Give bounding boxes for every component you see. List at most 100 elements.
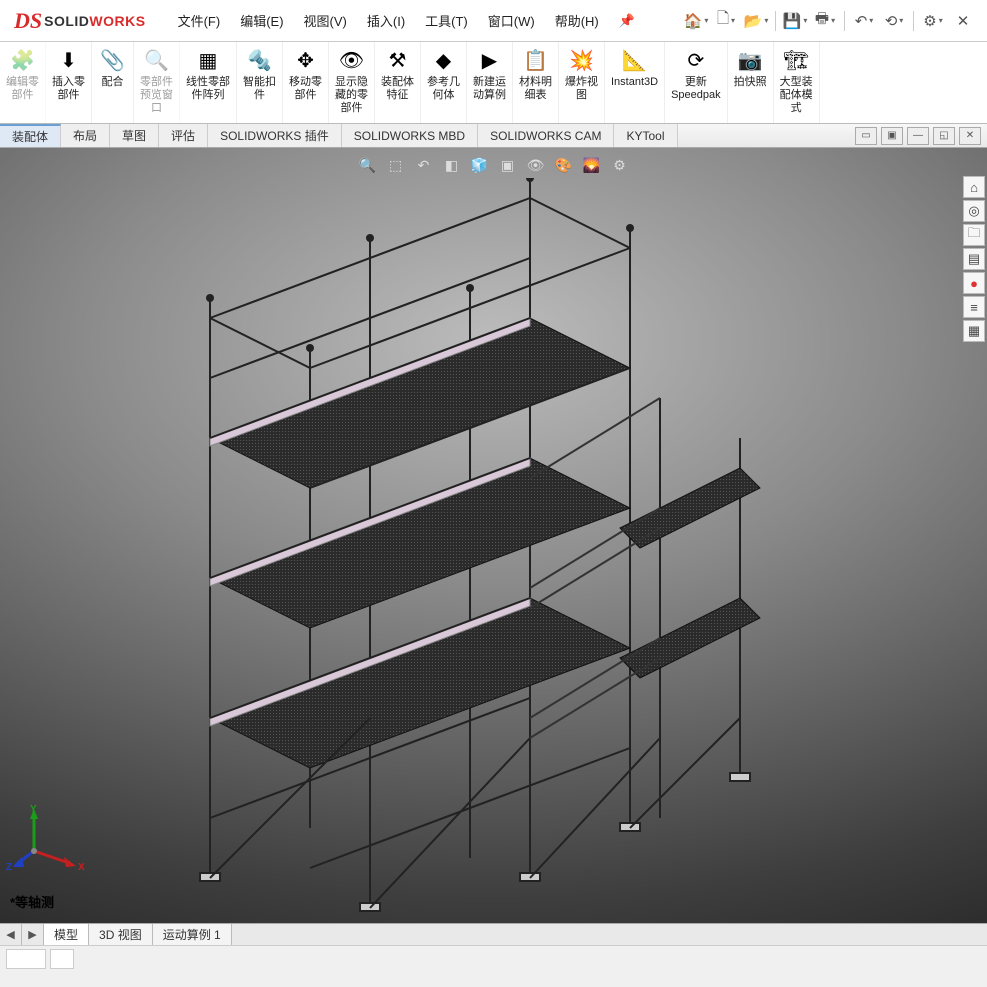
bottom-tab-3dview[interactable]: 3D 视图 xyxy=(89,924,153,945)
rb-reference-geometry[interactable]: ◆参考几 何体 xyxy=(421,42,467,123)
tp-appearances-icon[interactable]: ≡ xyxy=(963,296,985,318)
tab-cam[interactable]: SOLIDWORKS CAM xyxy=(478,124,614,147)
rb-mate[interactable]: 📎配合 xyxy=(92,42,134,123)
rb-assembly-feature[interactable]: ⚒装配体 特征 xyxy=(375,42,421,123)
tab-layout[interactable]: 布局 xyxy=(61,124,110,147)
qat-rebuild-icon[interactable]: ⟲ xyxy=(880,8,908,34)
menu-window[interactable]: 窗口(W) xyxy=(478,11,545,30)
win-minimize-icon[interactable]: — xyxy=(907,127,929,145)
feature-tabs: 装配体 布局 草图 评估 SOLIDWORKS 插件 SOLIDWORKS MB… xyxy=(0,124,987,148)
move-icon: ✥ xyxy=(292,46,320,74)
rb-motion-study[interactable]: ▶新建运 动算例 xyxy=(467,42,513,123)
qat-undo-icon[interactable]: ↶ xyxy=(850,8,878,34)
rb-instant3d[interactable]: 📐Instant3D xyxy=(605,42,665,123)
edit-appearance-icon[interactable]: 🎨 xyxy=(552,154,576,176)
model-scaffold xyxy=(140,178,780,918)
tp-home-icon[interactable]: ⌂ xyxy=(963,176,985,198)
3d-viewport[interactable]: 🔍 ⬚ ↶ ◧ 🧊 ▣ 👁 🎨 🌄 ⚙ ⌂ ◎ 🗀 ▤ ● ≡ ▦ xyxy=(0,148,987,923)
edit-component-icon: 🧩 xyxy=(9,46,37,74)
win-restore-icon[interactable]: ◱ xyxy=(933,127,955,145)
menu-view[interactable]: 视图(V) xyxy=(294,11,357,30)
view-orientation-label: *等轴测 xyxy=(10,892,54,911)
logo-text: SOLIDWORKS xyxy=(44,13,145,29)
qat-open-icon[interactable]: 📂 xyxy=(742,8,770,34)
rb-speedpak[interactable]: ⟳更新 Speedpak xyxy=(665,42,728,123)
tab-evaluate[interactable]: 评估 xyxy=(159,124,208,147)
tab-sketch[interactable]: 草图 xyxy=(110,124,159,147)
display-style-icon[interactable]: ▣ xyxy=(496,154,520,176)
qat-separator xyxy=(913,11,914,31)
menu-list: 文件(F) 编辑(E) 视图(V) 插入(I) 工具(T) 窗口(W) 帮助(H… xyxy=(156,0,645,41)
menu-tools[interactable]: 工具(T) xyxy=(415,11,478,30)
tp-resources-icon[interactable]: ◎ xyxy=(963,200,985,222)
tab-addins[interactable]: SOLIDWORKS 插件 xyxy=(208,124,342,147)
status-item[interactable] xyxy=(6,949,46,969)
tp-custom-props-icon[interactable]: ▦ xyxy=(963,320,985,342)
tp-file-explorer-icon[interactable]: ▤ xyxy=(963,248,985,270)
axis-x-label: X xyxy=(78,862,85,873)
visibility-icon: 👁 xyxy=(338,46,366,74)
qat-home-icon[interactable]: 🏠 xyxy=(682,8,710,34)
rb-smart-fastener[interactable]: 🔩智能扣 件 xyxy=(237,42,283,123)
menu-edit[interactable]: 编辑(E) xyxy=(230,11,293,30)
rb-exploded-view[interactable]: 💥爆炸视 图 xyxy=(559,42,605,123)
win-cascade-icon[interactable]: ▣ xyxy=(881,127,903,145)
bottom-tab-motion[interactable]: 运动算例 1 xyxy=(153,924,232,945)
menu-file[interactable]: 文件(F) xyxy=(168,11,231,30)
ribbon-toolbar: 🧩编辑零 部件 ⬇︎插入零 部件 📎配合 🔍零部件 预览窗 口 ▦线性零部 件阵… xyxy=(0,42,987,124)
prev-view-icon[interactable]: ↶ xyxy=(412,154,436,176)
tp-view-palette-icon[interactable]: ● xyxy=(963,272,985,294)
axis-y-label: Y xyxy=(30,804,37,815)
hide-show-icon[interactable]: 👁 xyxy=(524,154,548,176)
zoom-fit-icon[interactable]: 🔍 xyxy=(356,154,380,176)
status-item[interactable] xyxy=(50,949,74,969)
menu-help[interactable]: 帮助(H) xyxy=(545,11,609,30)
tab-scroll-right-icon[interactable]: ▶ xyxy=(22,924,44,945)
tab-assembly[interactable]: 装配体 xyxy=(0,124,61,147)
section-view-icon[interactable]: ◧ xyxy=(440,154,464,176)
qat-new-icon[interactable]: 🗋 xyxy=(712,8,740,34)
assembly-feature-icon: ⚒ xyxy=(384,46,412,74)
rb-linear-pattern[interactable]: ▦线性零部 件阵列 xyxy=(180,42,237,123)
orientation-triad[interactable] xyxy=(14,801,84,871)
zoom-area-icon[interactable]: ⬚ xyxy=(384,154,408,176)
menu-bar: DS SOLIDWORKS 文件(F) 编辑(E) 视图(V) 插入(I) 工具… xyxy=(0,0,987,42)
rb-bom[interactable]: 📋材料明 细表 xyxy=(513,42,559,123)
axis-z-label: Z xyxy=(6,862,12,873)
bottom-tab-model[interactable]: 模型 xyxy=(44,924,89,945)
qat-options-icon[interactable]: ⚙ xyxy=(919,8,947,34)
rb-show-hide[interactable]: 👁显示隐 藏的零 部件 xyxy=(329,42,375,123)
window-controls: ▭ ▣ — ◱ ✕ xyxy=(855,127,987,145)
view-orientation-icon[interactable]: 🧊 xyxy=(468,154,492,176)
ref-geom-icon: ◆ xyxy=(430,46,458,74)
menu-pin-icon[interactable]: 📌 xyxy=(609,13,645,29)
qat-close-icon[interactable]: ✕ xyxy=(949,8,977,34)
win-tile-icon[interactable]: ▭ xyxy=(855,127,877,145)
preview-icon: 🔍 xyxy=(143,46,171,74)
menu-insert[interactable]: 插入(I) xyxy=(357,11,415,30)
win-close-icon[interactable]: ✕ xyxy=(959,127,981,145)
tab-scroll-left-icon[interactable]: ◀ xyxy=(0,924,22,945)
task-pane: ⌂ ◎ 🗀 ▤ ● ≡ ▦ xyxy=(963,176,985,342)
speedpak-icon: ⟳ xyxy=(682,46,710,74)
logo-ds-icon: DS xyxy=(14,8,42,34)
rb-edit-component[interactable]: 🧩编辑零 部件 xyxy=(0,42,46,123)
tab-kytool[interactable]: KYTool xyxy=(614,124,677,147)
rb-snapshot[interactable]: 📷拍快照 xyxy=(728,42,774,123)
quick-access-toolbar: 🏠 🗋 📂 💾 🖶 ↶ ⟲ ⚙ ✕ xyxy=(682,0,987,41)
apply-scene-icon[interactable]: 🌄 xyxy=(580,154,604,176)
rb-insert-component[interactable]: ⬇︎插入零 部件 xyxy=(46,42,92,123)
tab-mbd[interactable]: SOLIDWORKS MBD xyxy=(342,124,478,147)
tp-design-library-icon[interactable]: 🗀 xyxy=(963,224,985,246)
qat-save-icon[interactable]: 💾 xyxy=(781,8,809,34)
fastener-icon: 🔩 xyxy=(246,46,274,74)
app-logo: DS SOLIDWORKS xyxy=(0,0,156,41)
heads-up-toolbar: 🔍 ⬚ ↶ ◧ 🧊 ▣ 👁 🎨 🌄 ⚙ xyxy=(352,152,636,178)
rb-preview[interactable]: 🔍零部件 预览窗 口 xyxy=(134,42,180,123)
mate-icon: 📎 xyxy=(99,46,127,74)
qat-print-icon[interactable]: 🖶 xyxy=(811,8,839,34)
view-settings-icon[interactable]: ⚙ xyxy=(608,154,632,176)
rb-move-component[interactable]: ✥移动零 部件 xyxy=(283,42,329,123)
rb-large-assembly[interactable]: 🏗大型装 配体模 式 xyxy=(774,42,820,123)
exploded-icon: 💥 xyxy=(568,46,596,74)
